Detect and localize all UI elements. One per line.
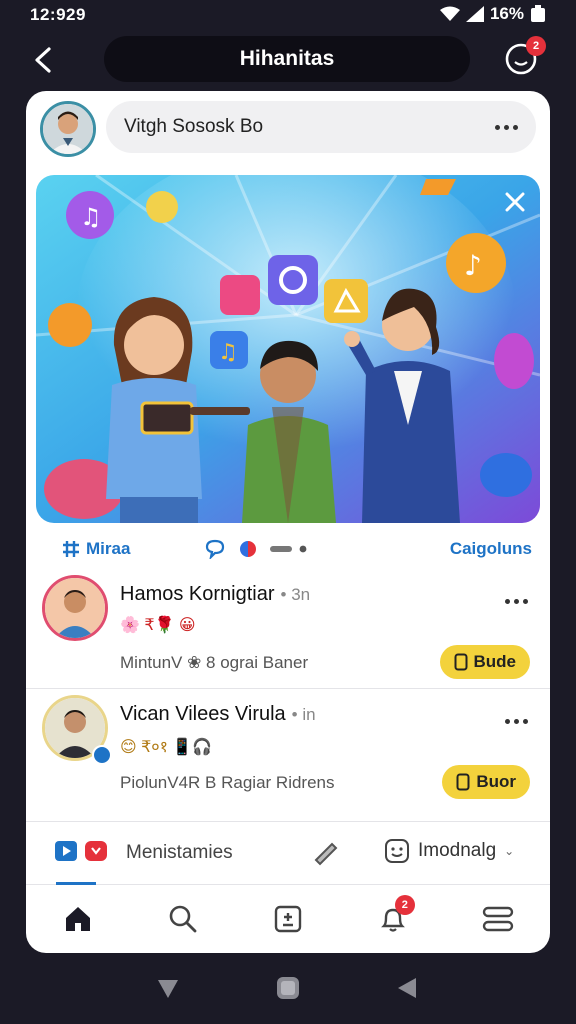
feed-card: Vitgh Sososk Bo ♫ ♪ ♫ Miraa Caigoluns Ha…	[26, 91, 550, 953]
verified-badge-icon	[92, 745, 112, 765]
emoji-row: 😊 ₹०१ 📱🎧	[120, 739, 213, 756]
hero-banner-image[interactable]: ♫ ♪ ♫	[36, 175, 540, 523]
user-avatar[interactable]	[40, 101, 96, 157]
media-label: Miraa	[86, 539, 131, 558]
svg-text:♪: ♪	[464, 249, 482, 282]
post-more-button[interactable]	[505, 719, 528, 724]
post-composer: Vitgh Sososk Bo	[40, 99, 536, 157]
categories-link[interactable]: Caigoluns	[450, 539, 532, 559]
system-navigation-bar	[0, 958, 576, 1018]
emoji-row: 🌸 ₹🌹 😀	[120, 617, 196, 634]
chevron-left-icon	[35, 47, 51, 73]
video-tab[interactable]	[54, 840, 108, 862]
mood-label: Imodnalg	[418, 840, 497, 861]
comment-icon[interactable]	[204, 539, 226, 559]
post-subtitle: MintunV ❀ 8 ograi Baner	[120, 653, 309, 672]
action-icons	[204, 539, 310, 559]
youtube-icon	[85, 841, 107, 861]
bottom-nav: 2	[26, 885, 550, 953]
status-time: 12:929	[30, 5, 86, 24]
back-system-icon[interactable]	[394, 974, 422, 1002]
nav-home[interactable]	[58, 899, 98, 939]
wifi-icon	[439, 6, 460, 21]
tab-label[interactable]: Menistamies	[126, 842, 233, 864]
battery-icon	[531, 5, 545, 22]
close-icon[interactable]	[502, 189, 528, 215]
home-system-icon[interactable]	[274, 974, 302, 1002]
status-indicators: 16%	[439, 4, 546, 24]
pie-icon[interactable]	[238, 539, 258, 559]
battery-percent: 16%	[489, 4, 524, 23]
nav-create[interactable]	[268, 899, 308, 939]
menu-icon	[482, 906, 513, 932]
media-link[interactable]: Miraa	[62, 539, 130, 559]
composer-input[interactable]: Vitgh Sososk Bo	[106, 101, 536, 153]
play-icon	[55, 841, 77, 861]
avatar[interactable]	[42, 575, 108, 641]
phone-icon	[456, 773, 470, 791]
nav-menu[interactable]	[478, 899, 518, 939]
chevron-down-icon: ⌄	[504, 844, 515, 858]
list-item[interactable]: Vican Vilees Virula • in 😊 ₹०१ 📱🎧 PiolunV…	[26, 691, 550, 809]
back-button[interactable]	[26, 42, 62, 78]
add-post-icon	[274, 905, 302, 933]
brush-icon[interactable]	[312, 838, 340, 866]
post-action-button[interactable]: Bude	[439, 645, 530, 679]
nav-notifications[interactable]: 2	[373, 895, 415, 939]
nav-search[interactable]	[163, 899, 203, 939]
post-time: • in	[291, 705, 316, 724]
status-bar: 12:929 16%	[0, 0, 576, 30]
svg-text:♫: ♫	[218, 340, 238, 365]
nav-notification-badge: 2	[394, 895, 415, 915]
home-icon	[66, 907, 91, 931]
action-row: Miraa Caigoluns	[52, 537, 532, 563]
signal-icon	[465, 6, 484, 22]
post-action-button[interactable]: Buor	[442, 765, 530, 799]
post-subtitle: PiolunV4R B Ragiar Ridrens	[120, 773, 335, 792]
post-time: • 3n	[280, 585, 311, 604]
recents-icon[interactable]	[154, 974, 182, 1002]
notifications-button[interactable]: 2	[504, 36, 546, 78]
post-more-button[interactable]	[505, 599, 528, 604]
author-name: Hamos Kornigtiar • 3n	[120, 583, 311, 605]
title-bar: Hihanitas	[104, 36, 470, 82]
search-icon	[169, 905, 197, 933]
emoji-face-icon	[385, 839, 409, 863]
svg-text:♫: ♫	[80, 203, 102, 231]
notification-badge: 2	[526, 36, 546, 56]
mood-dropdown[interactable]: Imodnalg ⌄	[384, 838, 514, 864]
slider-icon[interactable]	[270, 543, 310, 555]
page-title: Hihanitas	[239, 47, 335, 70]
author-name: Vican Vilees Virula • in	[120, 703, 316, 725]
list-item[interactable]: Hamos Kornigtiar • 3n 🌸 ₹🌹 😀 MintunV ❀ 8 …	[26, 571, 550, 689]
app-header: Hihanitas 2	[0, 32, 576, 88]
tab-strip: Menistamies Imodnalg ⌄	[26, 821, 550, 885]
composer-more-button[interactable]	[495, 125, 518, 130]
grid-icon	[63, 541, 79, 557]
phone-icon	[454, 653, 467, 671]
